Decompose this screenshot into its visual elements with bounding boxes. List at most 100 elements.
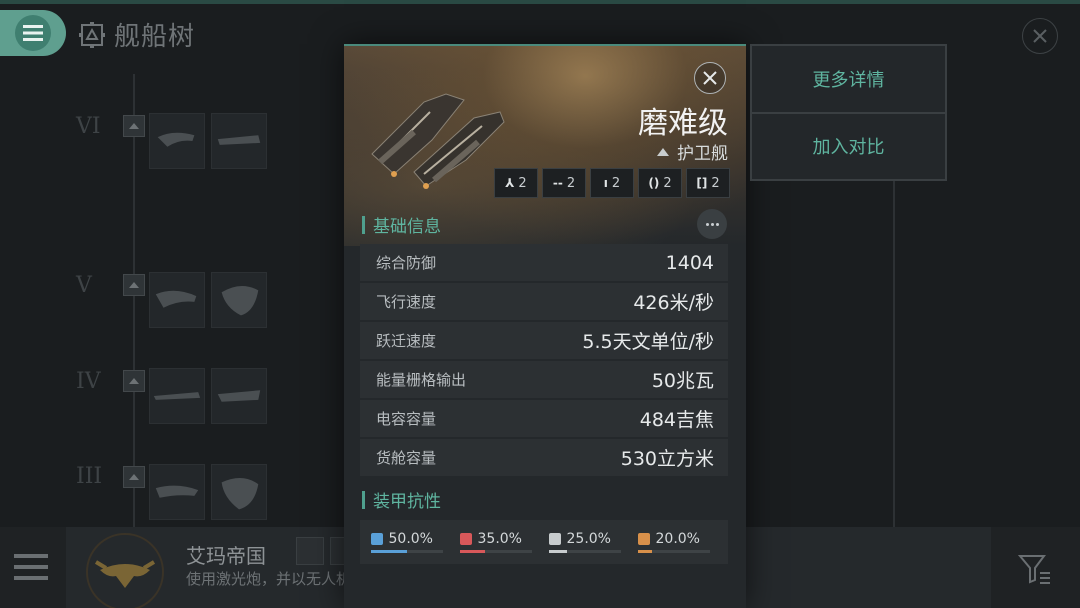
resist-fill xyxy=(459,550,485,553)
filter-button[interactable] xyxy=(1017,552,1052,590)
close-icon xyxy=(1033,29,1047,43)
add-compare-button[interactable]: 加入对比 xyxy=(752,112,945,178)
section-basic-info: 基础信息 xyxy=(362,212,441,237)
ship-cell[interactable] xyxy=(211,464,267,520)
ship-silhouette-icon xyxy=(221,477,259,510)
stat-row: 综合防御 1404 xyxy=(360,244,728,281)
resist-em: 50.0% xyxy=(370,531,451,553)
launcher-icon: -- xyxy=(552,176,563,190)
ship-cell[interactable] xyxy=(149,464,205,520)
page-header: 舰船树 xyxy=(78,16,195,53)
dot-icon xyxy=(705,222,709,226)
resist-value: 20.0% xyxy=(655,531,700,547)
ship-cell[interactable] xyxy=(149,113,205,169)
resist-bar xyxy=(459,550,532,553)
ship-cell[interactable] xyxy=(149,272,205,328)
top-accent-line xyxy=(0,0,1080,4)
drone-icon: ı xyxy=(603,176,608,190)
stat-row: 货舱容量 530立方米 xyxy=(360,439,728,476)
stat-value: 5.5天文单位/秒 xyxy=(582,331,714,353)
tier-label: VI xyxy=(76,114,101,139)
dot-icon xyxy=(715,222,719,226)
side-action-menu: 更多详情 加入对比 xyxy=(750,44,947,181)
turret-slot: ⅄ 2 xyxy=(494,168,538,198)
stat-row: 跃迁速度 5.5天文单位/秒 xyxy=(360,322,728,359)
launcher-slot: -- 2 xyxy=(542,168,586,198)
rig-slot: () 2 xyxy=(638,168,682,198)
tier-node xyxy=(123,115,145,137)
stat-row: 能量栅格输出 50兆瓦 xyxy=(360,361,728,398)
close-panel-button[interactable] xyxy=(694,62,726,94)
faction-name: 艾玛帝国 xyxy=(186,544,266,568)
ship-cell[interactable] xyxy=(149,368,205,424)
ship-tree-icon xyxy=(79,21,105,48)
resist-fill xyxy=(370,550,407,553)
main-menu-button[interactable] xyxy=(0,10,66,56)
amarr-emblem-icon xyxy=(86,533,164,608)
frigate-class-icon xyxy=(657,147,669,156)
tier-label: V xyxy=(76,273,92,298)
close-tree-button[interactable] xyxy=(1022,18,1058,54)
stat-value: 484吉焦 xyxy=(639,409,714,431)
ship-silhouette-icon xyxy=(217,135,261,145)
slot-count: 2 xyxy=(518,175,527,191)
filter-icon xyxy=(1017,555,1050,584)
ship-class-label: 护卫舰 xyxy=(677,144,728,164)
turret-icon: ⅄ xyxy=(505,176,515,190)
thermal-resist-icon xyxy=(459,533,472,545)
section-accent xyxy=(362,490,365,509)
section-accent xyxy=(362,215,365,234)
drone-slot: ı2 xyxy=(590,168,634,198)
more-details-button[interactable]: 更多详情 xyxy=(752,46,945,112)
slot-summary: ⅄ 2 -- 2 ı2 () 2 [] 2 xyxy=(494,168,730,198)
section-title: 装甲抗性 xyxy=(373,492,441,512)
slot-count: 2 xyxy=(566,175,576,191)
tree-connector xyxy=(133,74,135,534)
tier-node xyxy=(123,274,145,296)
explosive-resist-icon xyxy=(637,533,650,545)
tier-node xyxy=(123,466,145,488)
ship-class: 护卫舰 xyxy=(657,139,728,164)
em-resist-icon xyxy=(370,533,383,545)
stat-label: 货舱容量 xyxy=(376,449,437,467)
resist-thermal: 35.0% xyxy=(459,531,540,553)
laser-icon xyxy=(296,537,324,565)
resist-bar xyxy=(637,550,710,553)
subsystem-slot: [] 2 xyxy=(686,168,730,198)
resist-bar xyxy=(370,550,443,553)
ship-silhouette-icon xyxy=(155,290,197,308)
stat-label: 综合防御 xyxy=(376,254,437,272)
stat-label: 电容容量 xyxy=(376,410,437,428)
stat-value: 50兆瓦 xyxy=(651,370,714,392)
stats-list: 综合防御 1404 飞行速度 426米/秒 跃迁速度 5.5天文单位/秒 能量栅格输出… xyxy=(360,244,728,478)
slot-count: 2 xyxy=(663,175,672,191)
ship-cell[interactable] xyxy=(211,368,267,424)
resist-value: 35.0% xyxy=(477,531,522,547)
stat-row: 电容容量 484吉焦 xyxy=(360,400,728,437)
stat-label: 飞行速度 xyxy=(376,293,437,311)
ship-silhouette-icon xyxy=(155,485,199,498)
stat-value: 426米/秒 xyxy=(633,292,714,314)
resist-fill xyxy=(637,550,652,553)
resist-value: 50.0% xyxy=(388,531,433,547)
slot-count: 2 xyxy=(711,175,720,191)
ship-silhouette-icon xyxy=(217,390,261,402)
subsystem-icon: [] xyxy=(696,176,708,190)
stat-value: 530立方米 xyxy=(620,448,714,470)
tier-label: IV xyxy=(76,369,101,394)
page-title: 舰船树 xyxy=(114,22,196,52)
hamburger-icon xyxy=(23,25,43,41)
ship-silhouette-icon xyxy=(153,392,201,400)
more-options-button[interactable] xyxy=(697,209,727,239)
list-menu-button[interactable] xyxy=(14,552,48,586)
ship-cell[interactable] xyxy=(211,272,267,328)
ship-cell[interactable] xyxy=(211,113,267,169)
tier-label: III xyxy=(76,464,103,489)
section-armor-resist: 装甲抗性 xyxy=(362,487,441,512)
tier-node xyxy=(123,370,145,392)
stat-label: 能量栅格输出 xyxy=(376,371,467,389)
close-icon xyxy=(703,71,717,85)
ship-silhouette-icon xyxy=(221,285,259,316)
section-title: 基础信息 xyxy=(373,217,441,237)
stat-row: 飞行速度 426米/秒 xyxy=(360,283,728,320)
